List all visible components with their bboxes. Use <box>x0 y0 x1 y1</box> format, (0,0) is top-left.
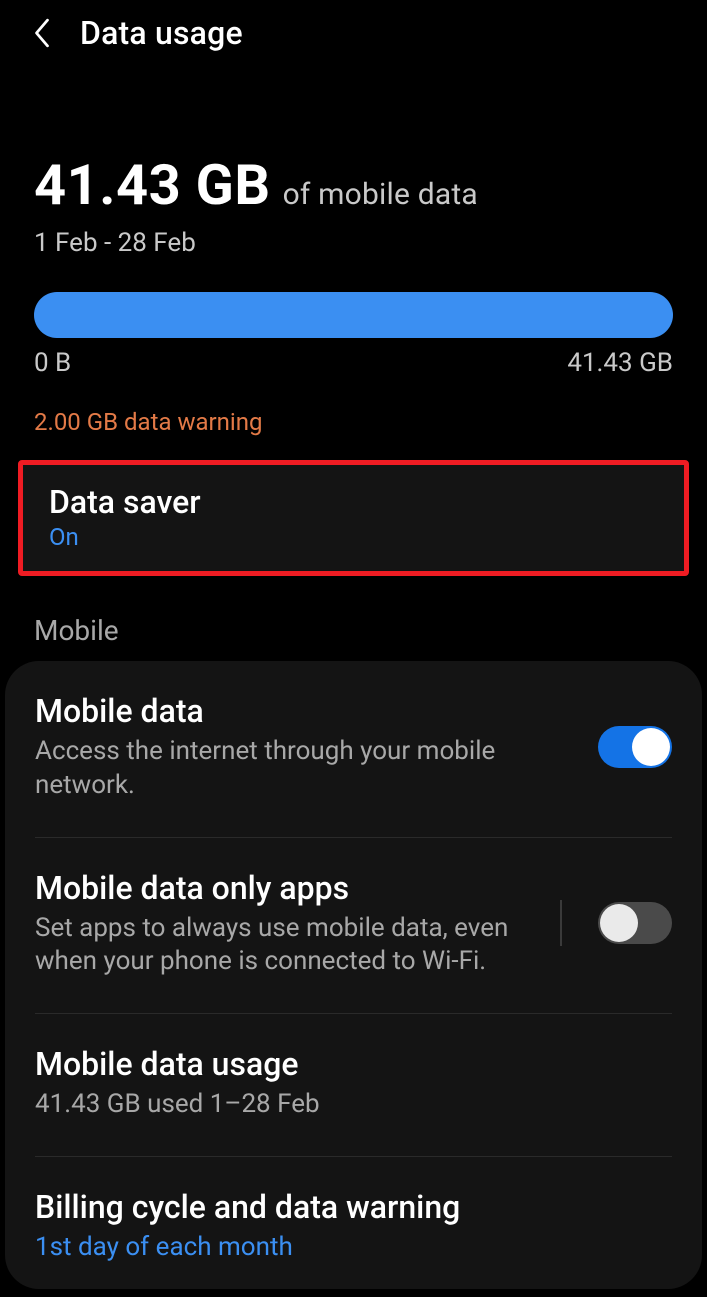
billing-cycle-sub: 1st day of each month <box>35 1231 672 1265</box>
app-header: Data usage <box>0 0 707 62</box>
usage-bar-min: 0 B <box>34 348 71 378</box>
usage-amount: 41.43 GB <box>34 152 271 218</box>
mobile-data-only-apps-sub: Set apps to always use mobile data, even… <box>35 912 540 980</box>
mobile-data-usage-row[interactable]: Mobile data usage 41.43 GB used 1–28 Feb <box>35 1014 672 1157</box>
data-saver-row[interactable]: Data saver On <box>18 460 689 576</box>
billing-cycle-title: Billing cycle and data warning <box>35 1187 672 1227</box>
billing-cycle-row[interactable]: Billing cycle and data warning 1st day o… <box>35 1157 672 1289</box>
page-title: Data usage <box>80 14 243 52</box>
mobile-data-only-apps-title: Mobile data only apps <box>35 868 540 908</box>
usage-summary: 41.43 GB of mobile data 1 Feb - 28 Feb 0… <box>0 62 707 436</box>
mobile-section: Mobile data Access the internet through … <box>5 661 702 1289</box>
mobile-data-usage-sub: 41.43 GB used 1–28 Feb <box>35 1088 672 1122</box>
mobile-data-row[interactable]: Mobile data Access the internet through … <box>35 661 672 838</box>
usage-suffix: of mobile data <box>283 177 478 212</box>
data-warning-text: 2.00 GB data warning <box>34 408 673 436</box>
section-mobile-label: Mobile <box>34 614 707 647</box>
mobile-data-only-apps-toggle[interactable] <box>598 902 672 944</box>
mobile-data-toggle[interactable] <box>598 726 672 768</box>
data-saver-title: Data saver <box>49 483 658 521</box>
usage-bar[interactable]: 0 B 41.43 GB <box>34 292 673 378</box>
mobile-data-title: Mobile data <box>35 691 562 731</box>
usage-period: 1 Feb - 28 Feb <box>34 228 673 258</box>
mobile-data-usage-title: Mobile data usage <box>35 1044 672 1084</box>
data-saver-status: On <box>49 523 658 551</box>
usage-bar-max: 41.43 GB <box>567 348 673 378</box>
mobile-data-only-apps-row[interactable]: Mobile data only apps Set apps to always… <box>35 838 672 1015</box>
mobile-data-sub: Access the internet through your mobile … <box>35 735 562 803</box>
divider-icon <box>560 900 562 946</box>
back-icon[interactable] <box>24 15 60 51</box>
